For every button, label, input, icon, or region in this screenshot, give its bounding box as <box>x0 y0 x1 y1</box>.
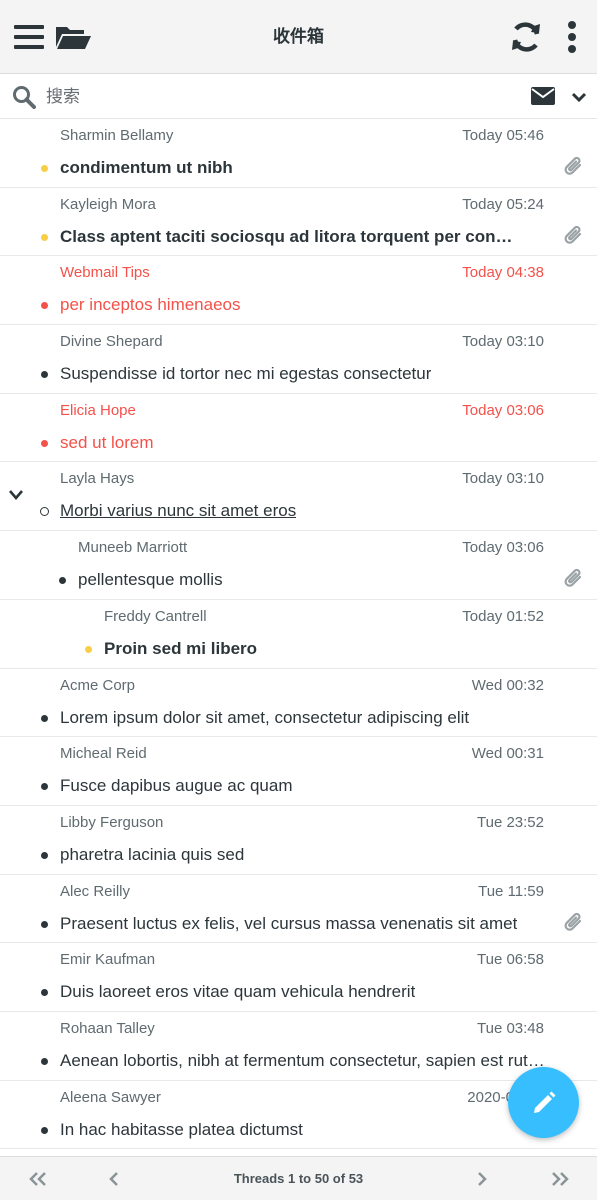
thread-expand-icon[interactable] <box>8 488 24 502</box>
unread-indicator[interactable] <box>85 645 92 653</box>
unread-indicator[interactable] <box>41 165 48 172</box>
message-date: Tue 06:58 <box>477 951 544 969</box>
message-row[interactable]: Elicia Hope Today 03:06 sed ut lorem <box>0 393 597 463</box>
status-indicator[interactable] <box>59 577 66 585</box>
message-row[interactable]: Freddy Cantrell Today 01:52 Proin sed mi l… <box>0 599 597 669</box>
message-sender: Webmail Tips <box>60 264 150 282</box>
message-subject[interactable]: per inceptos himenaeos <box>60 295 241 315</box>
status-indicator[interactable] <box>41 851 48 859</box>
message-subject[interactable]: Suspendisse id tortor nec mi egestas con… <box>60 364 431 384</box>
message-sender: Kayleigh Mora <box>60 195 156 213</box>
message-row[interactable]: Layla Hays Today 03:10 Morbi varius nunc s… <box>0 462 597 532</box>
message-subject[interactable]: Fusce dapibus augue ac quam <box>60 776 293 796</box>
message-subject[interactable]: Duis laoreet eros vitae quam vehicula he… <box>60 982 415 1002</box>
message-date: Tue 03:48 <box>477 1019 544 1037</box>
status-indicator[interactable] <box>41 1126 48 1134</box>
message-row[interactable]: Acme Corp Wed 00:32 Lorem ipsum dolor sit … <box>0 668 597 738</box>
message-sender: Sharmin Bellamy <box>60 127 174 144</box>
message-subject[interactable]: pharetra lacinia quis sed <box>60 845 244 865</box>
message-subject[interactable]: pellentesque mollis <box>78 570 223 590</box>
status-indicator[interactable] <box>41 371 48 379</box>
status-indicator[interactable] <box>41 783 48 791</box>
message-sender: Libby Ferguson <box>60 813 164 831</box>
flagged-indicator[interactable] <box>41 302 48 310</box>
message-date: Today 05:46 <box>462 127 544 144</box>
chevron-left-icon[interactable] <box>94 1157 134 1200</box>
search-bar <box>0 74 597 119</box>
search-icon <box>12 85 36 109</box>
message-subject[interactable]: Morbi varius nunc sit amet eros <box>60 501 296 521</box>
message-subject[interactable]: Proin sed mi libero <box>104 639 257 659</box>
message-row[interactable]: Rohaan Talley Tue 03:48 Aenean lobortis, n… <box>0 1011 597 1081</box>
message-sender: Rohaan Talley <box>60 1019 155 1037</box>
attachment-icon <box>563 911 587 937</box>
message-date: Tue 11:59 <box>478 882 544 900</box>
message-date: Today 03:06 <box>462 401 544 419</box>
message-subject[interactable]: condimentum ut nibh <box>60 158 233 178</box>
message-row[interactable]: Divine Shepard Today 03:10 Suspendisse id … <box>0 325 597 394</box>
message-sender: Elicia Hope <box>60 401 136 419</box>
status-indicator[interactable] <box>41 1057 48 1065</box>
message-date: Today 05:24 <box>462 195 544 213</box>
message-row[interactable]: Sharmin Bellamy Today 05:46 condimentum ut… <box>0 119 597 188</box>
header-bar: 收件箱 <box>0 0 597 74</box>
pagination-count: Threads 1 to 50 of 53 <box>233 1171 364 1186</box>
message-sender: Divine Shepard <box>60 333 163 351</box>
message-date: Tue 23:52 <box>477 813 544 831</box>
message-date: Wed 00:31 <box>471 745 544 763</box>
message-list: Sharmin Bellamy Today 05:46 condimentum ut… <box>0 119 597 1150</box>
chevron-down-icon[interactable] <box>570 87 588 107</box>
message-sender: Aleena Sawyer <box>60 1088 161 1106</box>
message-date: Today 01:52 <box>462 607 544 625</box>
message-sender: Alec Reilly <box>60 882 131 900</box>
attachment-icon <box>563 155 587 181</box>
message-subject[interactable]: sed ut lorem <box>60 433 154 453</box>
message-row[interactable]: Webmail Tips Today 04:38 per inceptos hime… <box>0 256 597 326</box>
message-subject[interactable]: Class aptent taciti sociosqu ad litora t… <box>60 227 518 247</box>
compose-button[interactable] <box>508 1067 579 1138</box>
message-row[interactable]: Kayleigh Mora Today 05:24 Class aptent tac… <box>0 187 597 257</box>
more-vertical-icon[interactable] <box>553 18 591 56</box>
message-sender: Layla Hays <box>60 470 135 488</box>
message-subject[interactable]: In hac habitasse platea dictumst <box>60 1120 303 1140</box>
message-subject[interactable]: Praesent luctus ex felis, vel cursus mas… <box>60 914 517 934</box>
message-row[interactable]: Micheal Reid Wed 00:31 Fusce dapibus augue… <box>0 737 597 806</box>
message-sender: Muneeb Marriott <box>78 539 188 557</box>
message-date: Wed 00:32 <box>471 676 544 694</box>
envelope-icon[interactable] <box>530 86 556 108</box>
status-indicator[interactable] <box>41 989 48 997</box>
message-date: Today 03:06 <box>462 539 544 557</box>
chevron-right-icon[interactable] <box>462 1157 502 1200</box>
flagged-indicator[interactable] <box>41 439 48 447</box>
message-row[interactable]: Aleena Sawyer 2020-04-06 In hac habitasse … <box>0 1080 597 1150</box>
message-row[interactable]: Alec Reilly Tue 11:59 Praesent luctus ex f… <box>0 874 597 944</box>
attachment-icon <box>563 224 587 250</box>
pagination-bar: Threads 1 to 50 of 53 <box>0 1156 597 1200</box>
attachment-icon <box>563 567 587 593</box>
message-row[interactable]: Muneeb Marriott Today 03:06 pellentesque m… <box>0 531 597 600</box>
pencil-icon <box>533 1091 555 1113</box>
status-indicator[interactable] <box>40 507 49 517</box>
unread-indicator[interactable] <box>41 233 48 241</box>
message-row[interactable]: Emir Kaufman Tue 06:58 Duis laoreet eros v… <box>0 943 597 1012</box>
message-subject[interactable]: Aenean lobortis, nibh at fermentum conse… <box>60 1051 550 1071</box>
message-sender: Acme Corp <box>60 676 136 694</box>
double-chevron-right-icon[interactable] <box>540 1157 580 1200</box>
message-subject[interactable]: Lorem ipsum dolor sit amet, consectetur … <box>60 708 469 728</box>
search-input[interactable] <box>46 82 506 112</box>
message-date: Today 04:38 <box>462 264 544 282</box>
message-date: Today 03:10 <box>462 333 544 351</box>
message-date: Today 03:10 <box>462 470 544 488</box>
refresh-icon[interactable] <box>507 18 545 56</box>
message-sender: Freddy Cantrell <box>104 607 207 625</box>
message-sender: Emir Kaufman <box>60 951 156 969</box>
message-row[interactable]: Libby Ferguson Tue 23:52 pharetra lacinia … <box>0 805 597 875</box>
status-indicator[interactable] <box>41 714 48 722</box>
status-indicator[interactable] <box>41 920 48 928</box>
message-sender: Micheal Reid <box>60 745 147 763</box>
double-chevron-left-icon[interactable] <box>18 1157 58 1200</box>
